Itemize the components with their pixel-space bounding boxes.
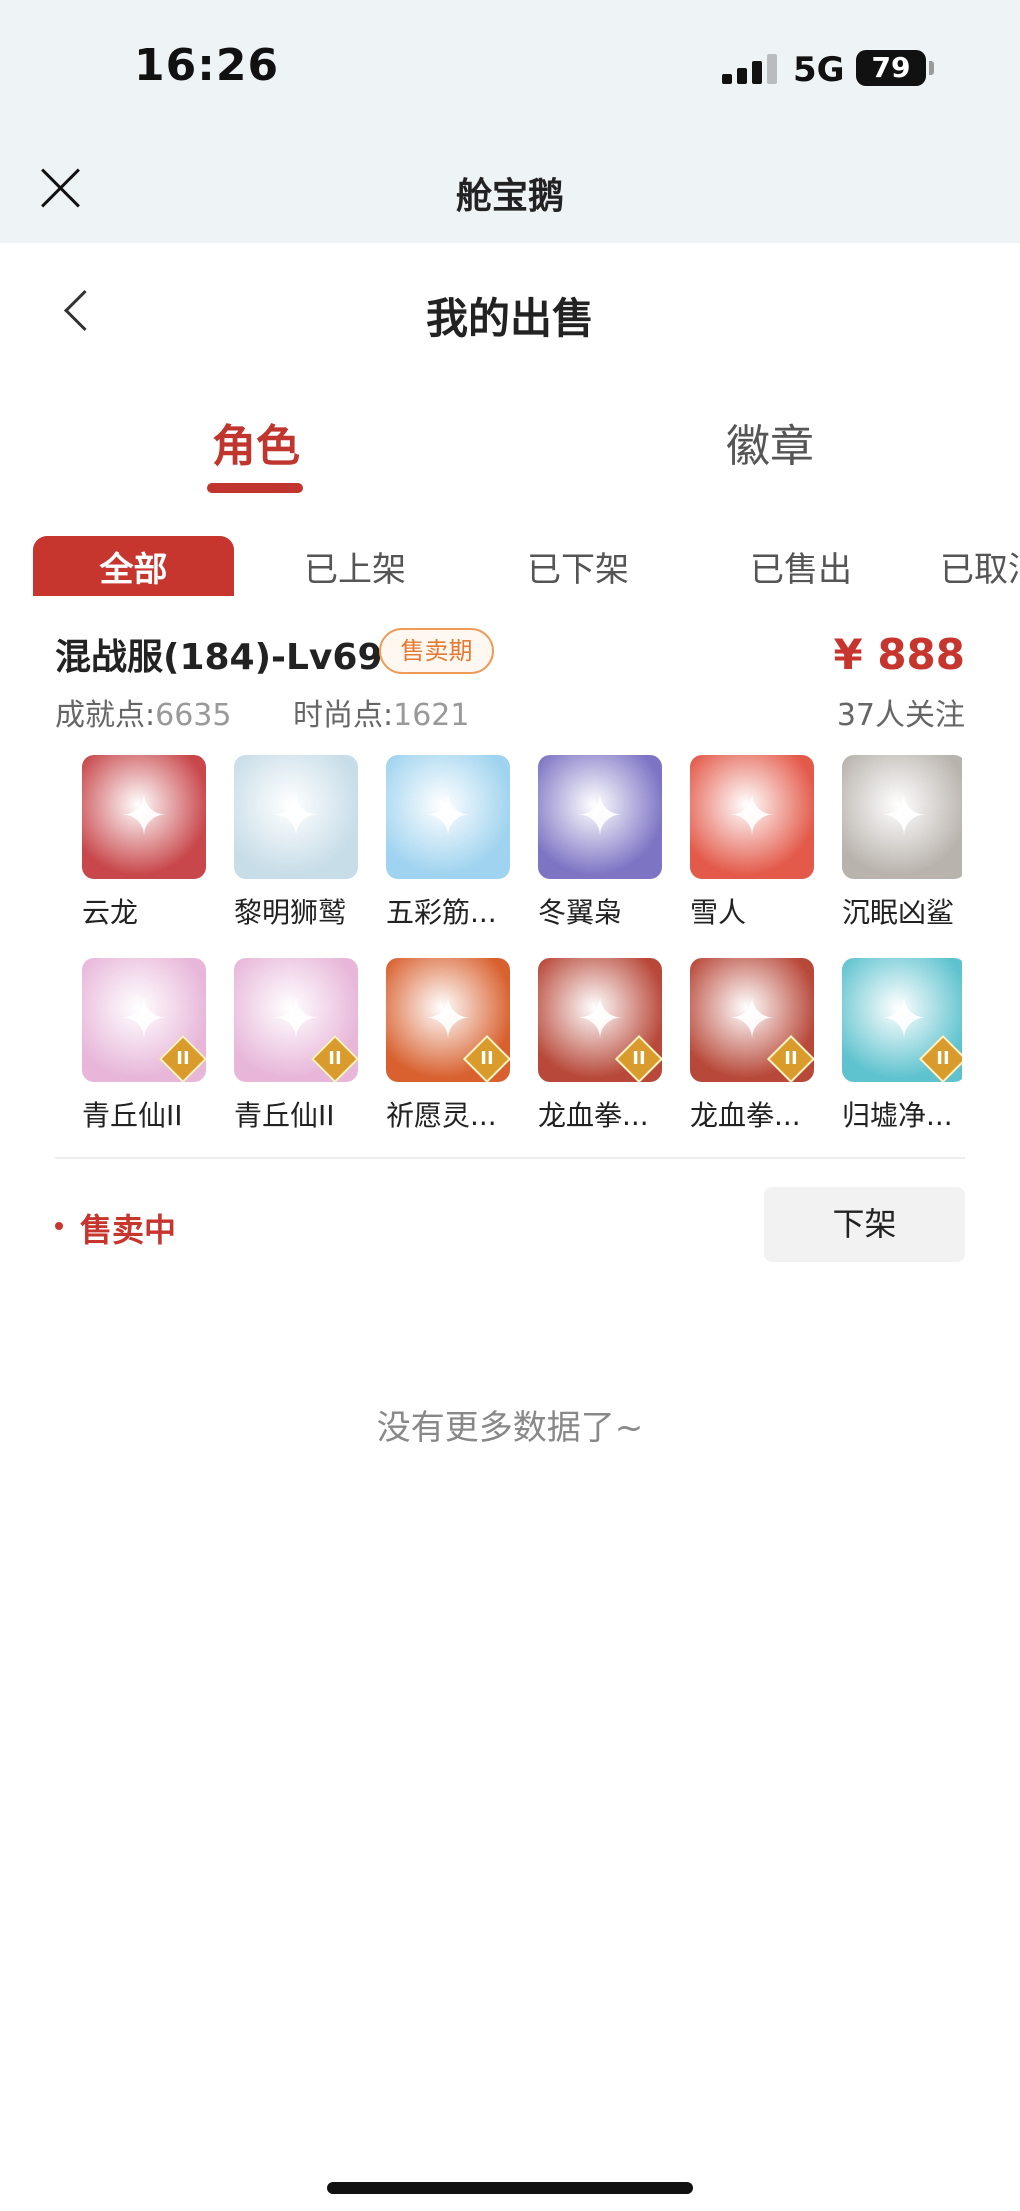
item-card[interactable]: ✦ 云龙 <box>82 755 206 931</box>
item-card[interactable]: ✦ 沉眠凶鲨 <box>842 755 962 931</box>
fox-fairy-icon: ✦ II <box>234 958 358 1082</box>
owl-icon: ✦ <box>538 755 662 879</box>
water-dragon-icon: ✦ II <box>842 958 962 1082</box>
item-name: 沉眠凶鲨 <box>842 896 955 929</box>
griffin-icon: ✦ <box>234 755 358 879</box>
filter-listed[interactable]: 已上架 <box>285 536 425 596</box>
item-name: 青丘仙II <box>234 1099 335 1132</box>
item-thumb-glyph: ✦ <box>728 784 776 849</box>
listing-title[interactable]: 混战服(184)-Lv69 <box>55 628 383 680</box>
item-card[interactable]: ✦ II 龙血拳... <box>538 958 662 1134</box>
filter-delisted[interactable]: 已下架 <box>508 536 648 596</box>
network-type: 5G <box>793 50 845 90</box>
item-name: 冬翼枭 <box>538 896 623 929</box>
status-badge: 售卖期 <box>379 628 494 674</box>
rank-label: II <box>480 1048 494 1069</box>
item-thumb-glyph: ✦ <box>576 784 624 849</box>
rank-label: II <box>632 1048 646 1069</box>
rank-label: II <box>936 1048 950 1069</box>
filter-bar: 全部 已上架 已下架 已售出 已取消 <box>0 536 1020 596</box>
item-thumb-glyph: ✦ <box>880 784 928 849</box>
item-name: 黎明狮鹫 <box>234 896 347 929</box>
tab-badge[interactable]: 徽章 <box>726 410 814 474</box>
fox-fairy-icon: ✦ II <box>82 958 206 1082</box>
battery-icon: 79 <box>856 50 934 86</box>
boxer-icon: ✦ II <box>690 958 814 1082</box>
filter-sold[interactable]: 已售出 <box>731 536 871 596</box>
selling-status: 售卖中 <box>80 1211 177 1249</box>
listing-price: ¥ 888 <box>833 630 965 679</box>
item-grid: ✦ 云龙 ✦ 黎明狮鹫 ✦ 五彩筋... ✦ 冬翼枭 ✦ 雪人 ✦ 沉眠凶鲨 ✦ II 青丘仙II ✦ II 青丘… <box>82 755 962 1140</box>
shark-icon: ✦ <box>842 755 962 879</box>
item-thumb-glyph: ✦ <box>120 784 168 849</box>
item-name: 云龙 <box>82 896 139 929</box>
active-tab-indicator <box>207 483 303 493</box>
item-card[interactable]: ✦ II 青丘仙II <box>234 958 358 1134</box>
fashion-points: 时尚点:1621 <box>293 698 470 733</box>
cloud-icon: ✦ <box>386 755 510 879</box>
item-card[interactable]: ✦ 五彩筋... <box>386 755 510 931</box>
snowman-icon: ✦ <box>690 755 814 879</box>
item-name: 龙血拳... <box>690 1099 801 1132</box>
rank-label: II <box>784 1048 798 1069</box>
item-card[interactable]: ✦ II 祈愿灵... <box>386 958 510 1134</box>
rank-label: II <box>176 1048 190 1069</box>
signal-icon <box>722 54 778 84</box>
tab-role[interactable]: 角色 <box>212 410 300 474</box>
webview-title: 舱宝鹅 <box>455 176 564 217</box>
divider <box>55 1157 965 1159</box>
item-card[interactable]: ✦ II 归墟净... <box>842 958 962 1134</box>
item-name: 青丘仙II <box>82 1099 183 1132</box>
page-title: 我的出售 <box>425 294 594 343</box>
item-name: 祈愿灵... <box>386 1099 497 1132</box>
boxer-icon: ✦ II <box>538 958 662 1082</box>
webview-header: 16:26 5G 79 舱宝鹅 <box>0 0 1020 243</box>
achievement-points: 成就点:6635 <box>55 698 232 733</box>
item-card[interactable]: ✦ 黎明狮鹫 <box>234 755 358 931</box>
delist-button[interactable]: 下架 <box>764 1187 965 1262</box>
dragon-icon: ✦ <box>82 755 206 879</box>
rank-label: II <box>328 1048 342 1069</box>
item-name: 归墟净... <box>842 1099 953 1132</box>
spirit-bird-icon: ✦ II <box>386 958 510 1082</box>
filter-all[interactable]: 全部 <box>33 536 234 596</box>
item-card[interactable]: ✦ II 青丘仙II <box>82 958 206 1134</box>
item-card[interactable]: ✦ 雪人 <box>690 755 814 931</box>
watchers-count: 37人关注 <box>836 698 965 733</box>
item-name: 龙血拳... <box>538 1099 649 1132</box>
no-more-data: 没有更多数据了~ <box>376 1408 644 1448</box>
item-thumb-glyph: ✦ <box>424 784 472 849</box>
status-dot <box>55 1222 63 1230</box>
home-indicator <box>327 2182 693 2194</box>
item-card[interactable]: ✦ II 龙血拳... <box>690 958 814 1134</box>
item-card[interactable]: ✦ 冬翼枭 <box>538 755 662 931</box>
status-time: 16:26 <box>134 40 280 91</box>
item-name: 雪人 <box>690 896 747 929</box>
item-name: 五彩筋... <box>386 896 497 929</box>
item-thumb-glyph: ✦ <box>272 784 320 849</box>
filter-cancelled[interactable]: 已取消 <box>940 536 1020 596</box>
